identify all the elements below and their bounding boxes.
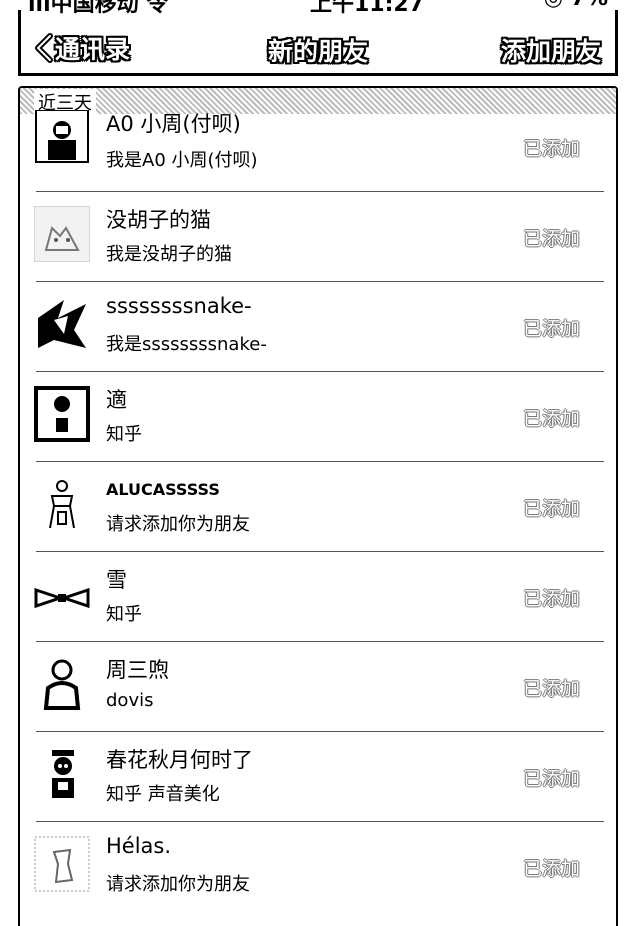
friend-request-row[interactable]: ALUCASSSSS 请求添加你为朋友 已添加 bbox=[20, 462, 616, 552]
added-status: 已添加 bbox=[522, 588, 580, 610]
cat-icon bbox=[33, 205, 91, 263]
friend-message: 请求添加你为朋友 bbox=[106, 514, 250, 535]
friend-request-row[interactable]: Hélas. 请求添加你为朋友 已添加 bbox=[20, 822, 616, 912]
added-status: 已添加 bbox=[522, 318, 580, 340]
friend-name: ssssssssnake- bbox=[106, 294, 252, 318]
friend-message: dovis bbox=[106, 690, 154, 711]
figure-icon bbox=[34, 476, 90, 532]
person-icon bbox=[34, 656, 90, 712]
added-status: 已添加 bbox=[522, 408, 580, 430]
added-status: 已添加 bbox=[522, 138, 580, 160]
friend-message: 我是A0 小周(付呗) bbox=[106, 150, 258, 171]
friend-message: 知乎 bbox=[106, 424, 142, 445]
friend-message: 我是没胡子的猫 bbox=[106, 244, 232, 265]
friend-name: ALUCASSSSS bbox=[106, 480, 220, 499]
friend-name: 没胡子的猫 bbox=[106, 208, 211, 232]
friend-name: 適 bbox=[106, 388, 127, 412]
added-status: 已添加 bbox=[522, 858, 580, 880]
friend-message: 请求添加你为朋友 bbox=[106, 874, 250, 895]
friend-message: 我是ssssssssnake- bbox=[106, 334, 267, 355]
add-friend-button[interactable]: 添加朋友 bbox=[501, 32, 601, 68]
added-status: 已添加 bbox=[522, 228, 580, 250]
friend-request-row[interactable]: 春花秋月何时了 知乎 声音美化 已添加 bbox=[20, 732, 616, 822]
character-icon bbox=[34, 296, 90, 352]
added-status: 已添加 bbox=[522, 678, 580, 700]
frame-icon bbox=[34, 386, 90, 442]
sketch-icon bbox=[34, 836, 90, 892]
friend-name: 周三喣 bbox=[106, 658, 169, 682]
anime-icon bbox=[34, 746, 90, 802]
friend-request-row[interactable]: 雪 知乎 已添加 bbox=[20, 552, 616, 642]
friend-request-row[interactable]: 周三喣 dovis 已添加 bbox=[20, 642, 616, 732]
navigation-bar: 通讯录 新的朋友 添加朋友 bbox=[18, 10, 618, 76]
friend-name: 雪 bbox=[106, 568, 127, 592]
friend-request-row[interactable]: A0 小周(付呗) 我是A0 小周(付呗) 已添加 bbox=[20, 102, 616, 192]
new-friends-list: 近三天 A0 小周(付呗) 我是A0 小周(付呗) 已添加 没胡子的猫 我是没胡… bbox=[18, 86, 618, 926]
added-status: 已添加 bbox=[522, 768, 580, 790]
friend-name: Hélas. bbox=[106, 834, 172, 858]
friend-message: 知乎 声音美化 bbox=[106, 784, 220, 805]
added-status: 已添加 bbox=[522, 498, 580, 520]
friend-name: 春花秋月何时了 bbox=[106, 748, 253, 772]
friend-message: 知乎 bbox=[106, 604, 142, 625]
bow-icon bbox=[34, 566, 90, 622]
friend-name: A0 小周(付呗) bbox=[106, 112, 241, 136]
friend-request-row[interactable]: 没胡子的猫 我是没胡子的猫 已添加 bbox=[20, 192, 616, 282]
friend-request-row[interactable]: ssssssssnake- 我是ssssssssnake- 已添加 bbox=[20, 282, 616, 372]
portrait-icon bbox=[34, 109, 90, 166]
friend-request-row[interactable]: 適 知乎 已添加 bbox=[20, 372, 616, 462]
